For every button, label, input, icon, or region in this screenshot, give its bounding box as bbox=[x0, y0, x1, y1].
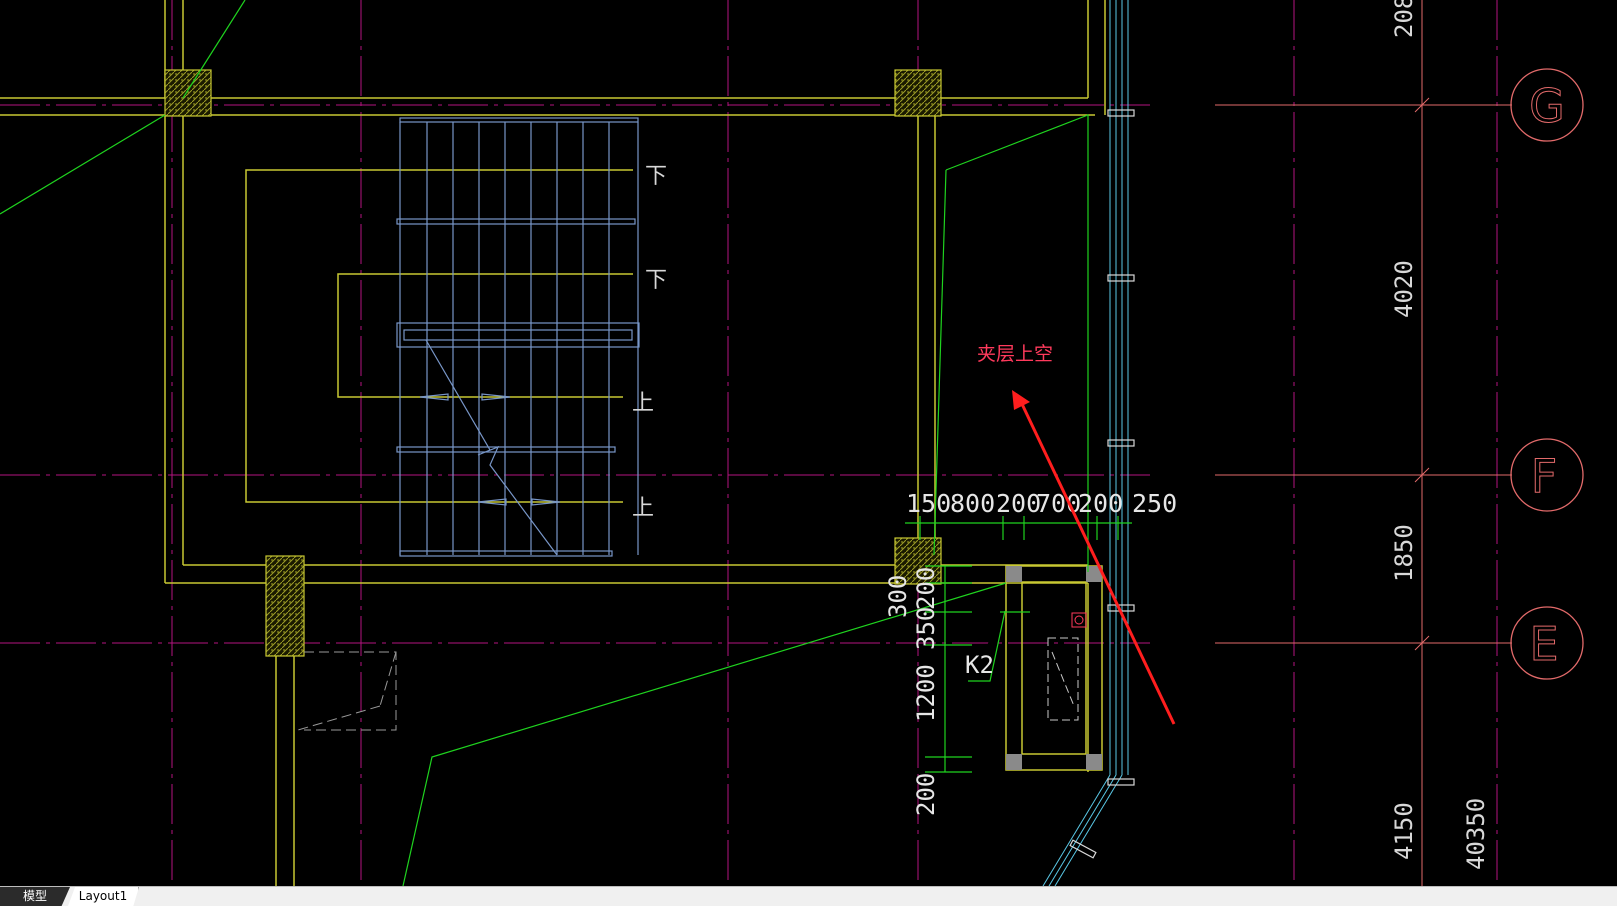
dimension-text: 200 bbox=[912, 773, 940, 816]
annotation-mezzanine-void: 夹层上空 bbox=[977, 343, 1053, 365]
layout-tab-bar: 模型 Layout1 bbox=[0, 886, 1617, 906]
grid-label-g: G bbox=[1529, 79, 1565, 133]
columns bbox=[164, 69, 942, 657]
dimension-text: 150 bbox=[906, 489, 951, 518]
equipment-tag-k2: K2 bbox=[965, 651, 994, 679]
dimension-text: 200 bbox=[996, 489, 1041, 518]
dimension-text: 350 bbox=[912, 607, 940, 650]
tab-model[interactable]: 模型 bbox=[0, 887, 70, 906]
dimension-text: 300 bbox=[884, 575, 912, 618]
dashed-outline bbox=[297, 651, 397, 731]
grid-label-f: F bbox=[1531, 449, 1557, 503]
stair bbox=[396, 117, 640, 557]
dimension-text: 1850 bbox=[1390, 524, 1418, 582]
wall-outlines bbox=[0, 0, 1106, 886]
dimension-text: 4150 bbox=[1390, 802, 1418, 860]
dimension-text: 40350 bbox=[1462, 798, 1490, 870]
area-boundary-lines bbox=[0, 0, 1089, 886]
stair-label-up: 上 bbox=[632, 496, 654, 521]
tab-layout1[interactable]: Layout1 bbox=[68, 887, 139, 906]
dimension-text: 4020 bbox=[1390, 260, 1418, 318]
stair-label-down: 下 bbox=[645, 164, 667, 189]
dimension-text: 800 bbox=[950, 489, 995, 518]
red-symbol-icon bbox=[1071, 612, 1087, 628]
shaft-detail bbox=[1047, 637, 1079, 721]
grid-axis-leaders bbox=[1215, 0, 1512, 886]
grid-lines bbox=[0, 0, 1498, 886]
dimension-text: 1200 bbox=[912, 664, 940, 722]
dimension-text: 200 bbox=[912, 567, 940, 610]
red-arrow-annotation bbox=[1012, 390, 1176, 725]
dimension-text: 200 bbox=[1078, 489, 1123, 518]
dimension-text: 208 bbox=[1390, 0, 1418, 38]
stair-label-up: 上 bbox=[632, 391, 654, 416]
dimension-text: 250 bbox=[1132, 489, 1177, 518]
cad-drawing-canvas[interactable]: G F E 208 4020 1850 4150 40350 下 下 上 上 1… bbox=[0, 0, 1617, 886]
stair-label-down: 下 bbox=[645, 268, 667, 293]
grid-label-e: E bbox=[1529, 617, 1558, 671]
